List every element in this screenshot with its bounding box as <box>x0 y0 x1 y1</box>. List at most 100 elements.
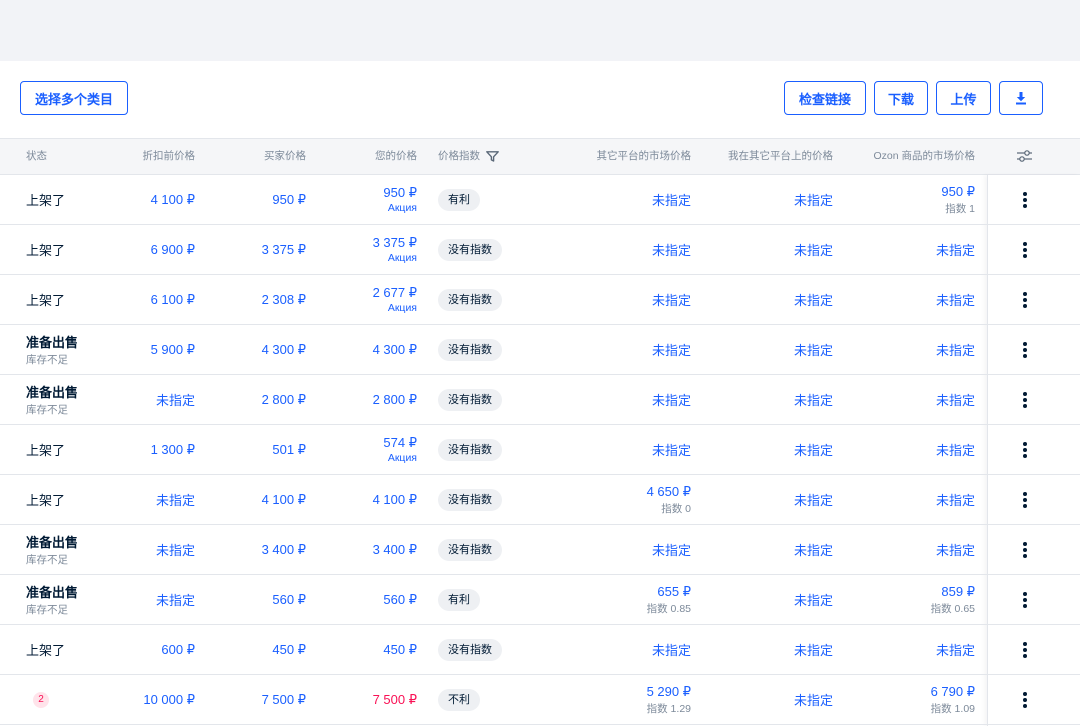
buyer-price-value[interactable]: 7 500 ₽ <box>262 692 306 708</box>
filter-icon[interactable] <box>486 150 499 162</box>
your-price-value[interactable]: 574 ₽ <box>383 435 417 451</box>
check-links-button[interactable]: 检查链接 <box>784 81 866 115</box>
buyer-price-value[interactable]: 450 ₽ <box>272 642 306 658</box>
price-index-badge[interactable]: 有利 <box>438 188 480 211</box>
your-price-value[interactable]: 4 300 ₽ <box>373 342 417 358</box>
ozon-market-price-value[interactable]: 未指定 <box>936 640 975 659</box>
your-price-value[interactable]: 7 500 ₽ <box>373 692 417 708</box>
ozon-market-price-value[interactable]: 未指定 <box>936 440 975 459</box>
your-price-value[interactable]: 4 100 ₽ <box>373 492 417 508</box>
my-other-price-value[interactable]: 未指定 <box>794 240 833 259</box>
ozon-market-price-value[interactable]: 未指定 <box>936 340 975 359</box>
download-button[interactable]: 下载 <box>874 81 928 115</box>
more-actions-icon[interactable] <box>1023 591 1027 608</box>
header-original-price[interactable]: 折扣前价格 <box>110 139 196 174</box>
header-my-other-price[interactable]: 我在其它平台上的价格 <box>700 139 833 174</box>
price-index-badge[interactable]: 没有指数 <box>438 638 502 661</box>
my-other-price-value[interactable]: 未指定 <box>794 640 833 659</box>
your-price-value[interactable]: 950 ₽ <box>383 185 417 201</box>
price-index-badge[interactable]: 不利 <box>438 688 480 711</box>
ozon-market-price-value[interactable]: 未指定 <box>936 290 975 309</box>
your-price-value[interactable]: 560 ₽ <box>383 592 417 608</box>
ozon-market-price-value[interactable]: 859 ₽ <box>941 584 975 600</box>
your-price-value[interactable]: 3 400 ₽ <box>373 542 417 558</box>
other-market-price-value[interactable]: 未指定 <box>652 340 691 359</box>
buyer-price-value[interactable]: 2 800 ₽ <box>262 392 306 408</box>
more-actions-icon[interactable] <box>1023 691 1027 708</box>
buyer-price-value[interactable]: 2 308 ₽ <box>262 292 306 308</box>
more-actions-icon[interactable] <box>1023 191 1027 208</box>
other-market-price-value[interactable]: 5 290 ₽ <box>647 684 691 700</box>
more-actions-icon[interactable] <box>1023 441 1027 458</box>
header-status[interactable]: 状态 <box>26 139 47 174</box>
my-other-price-value[interactable]: 未指定 <box>794 690 833 709</box>
select-multiple-categories-button[interactable]: 选择多个类目 <box>20 81 128 115</box>
upload-button[interactable]: 上传 <box>936 81 991 115</box>
notification-count-badge[interactable]: 2 <box>33 691 49 708</box>
other-market-price-value[interactable]: 未指定 <box>652 290 691 309</box>
ozon-market-price-value[interactable]: 6 790 ₽ <box>931 684 975 700</box>
other-market-price-value[interactable]: 未指定 <box>652 390 691 409</box>
your-price-value[interactable]: 450 ₽ <box>383 642 417 658</box>
header-buyer-price[interactable]: 买家价格 <box>220 139 306 174</box>
more-actions-icon[interactable] <box>1023 641 1027 658</box>
my-other-price-value[interactable]: 未指定 <box>794 540 833 559</box>
my-other-price-value[interactable]: 未指定 <box>794 440 833 459</box>
original-price-value[interactable]: 6 100 ₽ <box>151 292 195 308</box>
price-index-badge[interactable]: 没有指数 <box>438 438 502 461</box>
original-price-value[interactable]: 1 300 ₽ <box>151 442 195 458</box>
your-price-value[interactable]: 2 677 ₽ <box>373 285 417 301</box>
original-price-value[interactable]: 4 100 ₽ <box>151 192 195 208</box>
original-price-value[interactable]: 未指定 <box>156 390 195 409</box>
my-other-price-value[interactable]: 未指定 <box>794 340 833 359</box>
header-your-price[interactable]: 您的价格 <box>330 139 417 174</box>
price-index-badge[interactable]: 没有指数 <box>438 488 502 511</box>
header-other-market-price[interactable]: 其它平台的市场价格 <box>560 139 692 174</box>
my-other-price-value[interactable]: 未指定 <box>794 290 833 309</box>
other-market-price-value[interactable]: 655 ₽ <box>657 584 691 600</box>
your-price-value[interactable]: 2 800 ₽ <box>373 392 417 408</box>
price-index-badge[interactable]: 没有指数 <box>438 338 502 361</box>
price-index-badge[interactable]: 没有指数 <box>438 238 502 261</box>
download-icon-button[interactable] <box>999 81 1043 115</box>
price-index-badge[interactable]: 没有指数 <box>438 538 502 561</box>
ozon-market-price-value[interactable]: 950 ₽ <box>941 184 975 200</box>
column-settings-button[interactable] <box>1016 149 1033 165</box>
header-ozon-market-price[interactable]: Ozon 商品的市场价格 <box>840 139 975 174</box>
buyer-price-value[interactable]: 950 ₽ <box>272 192 306 208</box>
more-actions-icon[interactable] <box>1023 291 1027 308</box>
ozon-market-price-value[interactable]: 未指定 <box>936 240 975 259</box>
your-price-value[interactable]: 3 375 ₽ <box>373 235 417 251</box>
more-actions-icon[interactable] <box>1023 491 1027 508</box>
price-index-badge[interactable]: 没有指数 <box>438 288 502 311</box>
buyer-price-value[interactable]: 560 ₽ <box>272 592 306 608</box>
other-market-price-value[interactable]: 未指定 <box>652 240 691 259</box>
buyer-price-value[interactable]: 4 100 ₽ <box>262 492 306 508</box>
my-other-price-value[interactable]: 未指定 <box>794 490 833 509</box>
original-price-value[interactable]: 未指定 <box>156 540 195 559</box>
ozon-market-price-value[interactable]: 未指定 <box>936 490 975 509</box>
original-price-value[interactable]: 6 900 ₽ <box>151 242 195 258</box>
more-actions-icon[interactable] <box>1023 391 1027 408</box>
buyer-price-value[interactable]: 4 300 ₽ <box>262 342 306 358</box>
original-price-value[interactable]: 5 900 ₽ <box>151 342 195 358</box>
price-index-badge[interactable]: 有利 <box>438 588 480 611</box>
my-other-price-value[interactable]: 未指定 <box>794 190 833 209</box>
other-market-price-value[interactable]: 未指定 <box>652 540 691 559</box>
ozon-market-price-value[interactable]: 未指定 <box>936 540 975 559</box>
original-price-value[interactable]: 未指定 <box>156 490 195 509</box>
header-price-index[interactable]: 价格指数 <box>438 139 499 174</box>
my-other-price-value[interactable]: 未指定 <box>794 390 833 409</box>
my-other-price-value[interactable]: 未指定 <box>794 590 833 609</box>
other-market-price-value[interactable]: 未指定 <box>652 440 691 459</box>
original-price-value[interactable]: 600 ₽ <box>161 642 195 658</box>
more-actions-icon[interactable] <box>1023 341 1027 358</box>
buyer-price-value[interactable]: 3 375 ₽ <box>262 242 306 258</box>
original-price-value[interactable]: 10 000 ₽ <box>143 692 195 708</box>
more-actions-icon[interactable] <box>1023 541 1027 558</box>
buyer-price-value[interactable]: 501 ₽ <box>272 442 306 458</box>
more-actions-icon[interactable] <box>1023 241 1027 258</box>
other-market-price-value[interactable]: 未指定 <box>652 190 691 209</box>
other-market-price-value[interactable]: 4 650 ₽ <box>647 484 691 500</box>
original-price-value[interactable]: 未指定 <box>156 590 195 609</box>
